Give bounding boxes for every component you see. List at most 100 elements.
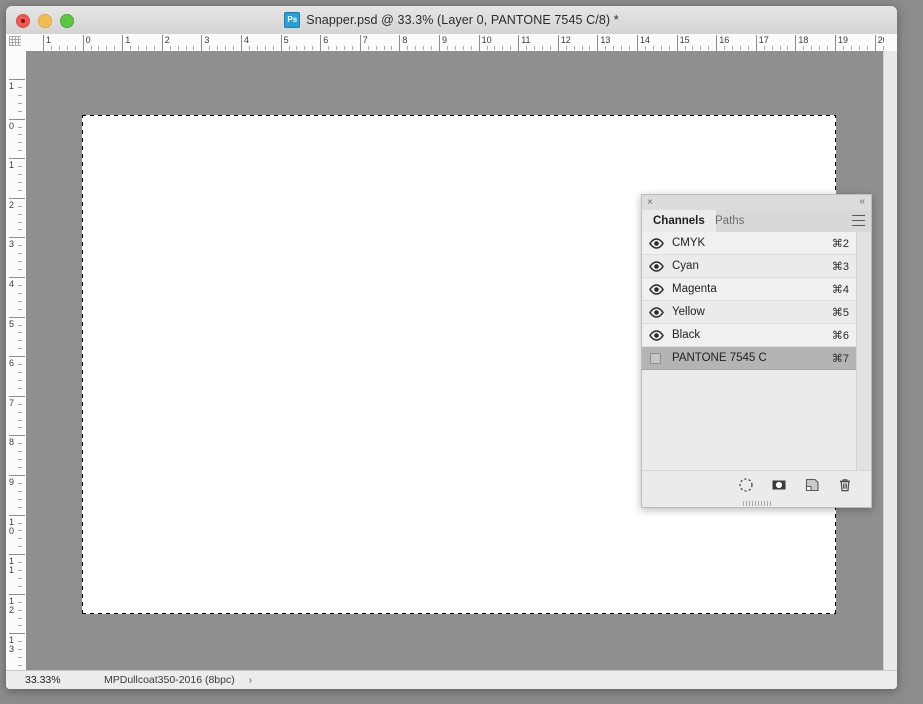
ruler-minor-tick (18, 570, 22, 572)
ruler-minor-tick (534, 46, 536, 50)
ruler-tick (637, 35, 638, 51)
ruler-minor-tick (18, 229, 22, 231)
channel-row[interactable]: Cyan ⌘3 (642, 255, 871, 278)
ruler-minor-tick (18, 324, 22, 326)
ruler-minor-tick (18, 221, 22, 223)
ruler-minor-tick (18, 506, 22, 508)
ruler-tick (241, 35, 242, 51)
ruler-label: 8 (9, 437, 15, 448)
ruler-label: 3 (9, 239, 15, 250)
ruler-minor-tick (18, 387, 22, 389)
ruler-minor-tick (18, 419, 22, 421)
ruler-minor-tick (621, 46, 623, 50)
ruler-minor-tick (462, 46, 464, 50)
panel-title-bar[interactable]: × « (642, 195, 871, 210)
channel-name: Magenta (672, 283, 717, 295)
ruler-minor-tick (312, 46, 314, 50)
ruler-minor-tick (18, 340, 22, 342)
ruler-minor-tick (842, 46, 844, 50)
ruler-minor-tick (18, 538, 22, 540)
channel-row[interactable]: Yellow ⌘5 (642, 301, 871, 324)
vertical-ruler[interactable]: 101234567891011121314 (6, 51, 27, 689)
ruler-minor-tick (328, 46, 330, 50)
ruler-tick (9, 475, 25, 476)
ruler-minor-tick (431, 46, 433, 50)
ruler-tick (755, 35, 757, 51)
ruler-tick (716, 35, 718, 51)
ruler-minor-tick (233, 46, 235, 50)
ruler-minor-tick (470, 46, 472, 50)
ruler-minor-tick (629, 46, 631, 50)
save-selection-as-channel-icon[interactable] (771, 477, 787, 493)
ruler-minor-tick (114, 46, 116, 50)
channel-shortcut: ⌘5 (831, 306, 849, 319)
ruler-minor-tick (18, 601, 22, 603)
ruler-minor-tick (18, 482, 22, 484)
vertical-scrollbar[interactable] (883, 51, 897, 671)
ruler-tick (478, 35, 480, 51)
ruler-minor-tick (336, 46, 338, 50)
zoom-level[interactable]: 33.33% (6, 674, 77, 686)
ruler-tick (874, 35, 876, 51)
ruler-minor-tick (668, 46, 670, 50)
load-channel-as-selection-icon[interactable] (738, 477, 754, 493)
panel-resize-grip[interactable] (743, 501, 773, 506)
ruler-minor-tick (763, 46, 765, 50)
channel-row[interactable]: Black ⌘6 (642, 324, 871, 347)
ruler-tick (9, 197, 25, 199)
ruler-label: 16 (719, 35, 730, 45)
ruler-tick (9, 395, 25, 397)
ruler-minor-tick (106, 46, 108, 50)
ruler-minor-tick (304, 46, 306, 50)
ruler-minor-tick (684, 46, 686, 50)
title-bar: Ps Snapper.psd @ 33.3% (Layer 0, PANTONE… (6, 6, 897, 35)
eye-off-icon[interactable] (650, 353, 661, 364)
ruler-minor-tick (351, 46, 353, 50)
ruler-minor-tick (193, 46, 195, 50)
ruler-minor-tick (18, 617, 22, 619)
ruler-label: 4 (244, 35, 250, 45)
ruler-minor-tick (138, 46, 140, 50)
ruler-minor-tick (724, 46, 726, 50)
eye-icon[interactable] (649, 238, 664, 249)
ruler-origin-corner[interactable] (6, 34, 27, 52)
ruler-minor-tick (18, 364, 22, 366)
ruler-right-pad (884, 34, 897, 52)
ruler-minor-tick (18, 348, 22, 350)
close-icon[interactable]: × (647, 197, 653, 208)
eye-icon[interactable] (649, 261, 664, 272)
collapse-panel-icon[interactable]: « (859, 196, 865, 208)
ruler-label: 13 (600, 35, 611, 45)
ruler-minor-tick (18, 625, 22, 627)
new-channel-icon[interactable] (804, 477, 820, 493)
delete-channel-icon[interactable] (837, 477, 853, 493)
ruler-minor-tick (18, 665, 22, 667)
channel-row[interactable]: Magenta ⌘4 (642, 278, 871, 301)
channel-row[interactable]: PANTONE 7545 C ⌘7 (642, 347, 871, 370)
hamburger-icon[interactable] (852, 215, 865, 226)
ruler-minor-tick (18, 110, 22, 112)
ruler-minor-tick (747, 46, 749, 50)
ruler-minor-tick (169, 46, 171, 50)
ruler-minor-tick (700, 46, 702, 50)
ruler-minor-tick (18, 379, 22, 381)
horizontal-ruler[interactable]: 1 0 1 2 3 4 5 6 7 8 9 10 11 12 13 14 15 16 17 18 19 20 (26, 34, 897, 52)
eye-icon[interactable] (649, 330, 664, 341)
ruler-tick (518, 35, 520, 51)
ruler-tick (82, 35, 84, 51)
ruler-minor-tick (18, 245, 22, 247)
ruler-minor-tick (18, 372, 22, 374)
channel-shortcut: ⌘6 (831, 329, 849, 342)
tab-paths[interactable]: Paths (704, 210, 755, 232)
channel-row[interactable]: CMYK ⌘2 (642, 232, 871, 255)
ruler-minor-tick (18, 609, 22, 611)
status-chevron-icon[interactable]: › (235, 675, 252, 686)
status-bar: 33.33% MPDullcoat350-2016 (8bpc) › (6, 670, 897, 689)
ruler-minor-tick (502, 46, 504, 50)
channel-list-scrollbar[interactable] (856, 232, 871, 471)
ruler-minor-tick (209, 46, 211, 50)
eye-icon[interactable] (649, 284, 664, 295)
ruler-tick (9, 435, 25, 437)
ruler-minor-tick (18, 308, 22, 310)
eye-icon[interactable] (649, 307, 664, 318)
